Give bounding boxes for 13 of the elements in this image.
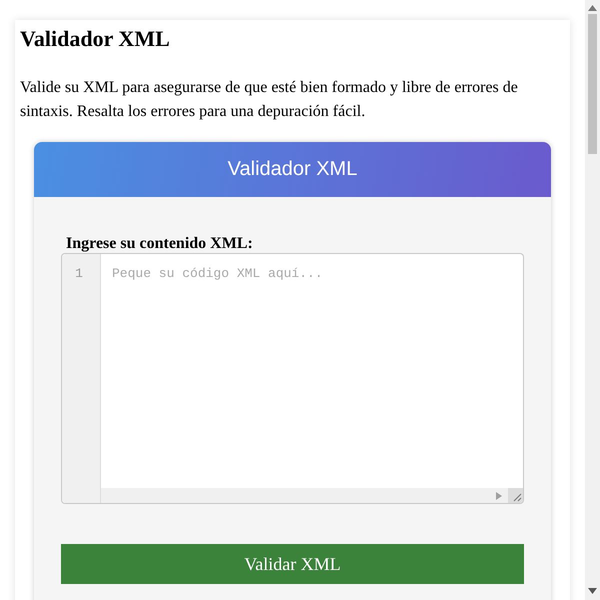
page-description: Valide su XML para asegurarse de que esté bien formado y libre de errores de sintaxis. Resalta los errores para una depuración fácil.: [20, 78, 519, 122]
scroll-right-icon[interactable]: [496, 492, 502, 500]
scrollbar-thumb[interactable]: [588, 14, 597, 154]
field-label: Ingrese su contenido XML:: [66, 235, 253, 253]
validate-button[interactable]: Validar XML: [61, 544, 524, 584]
code-editor[interactable]: 1 Peque su código XML aquí...: [61, 253, 524, 504]
line-number: 1: [75, 266, 83, 282]
scroll-up-icon[interactable]: [588, 5, 597, 11]
scroll-down-icon[interactable]: [588, 588, 597, 594]
panel-title: Validador XML: [228, 158, 358, 181]
xml-input-field[interactable]: Peque su código XML aquí...: [101, 254, 523, 488]
page-scrollbar[interactable]: [585, 0, 600, 600]
page-title: Validador XML: [20, 26, 171, 52]
